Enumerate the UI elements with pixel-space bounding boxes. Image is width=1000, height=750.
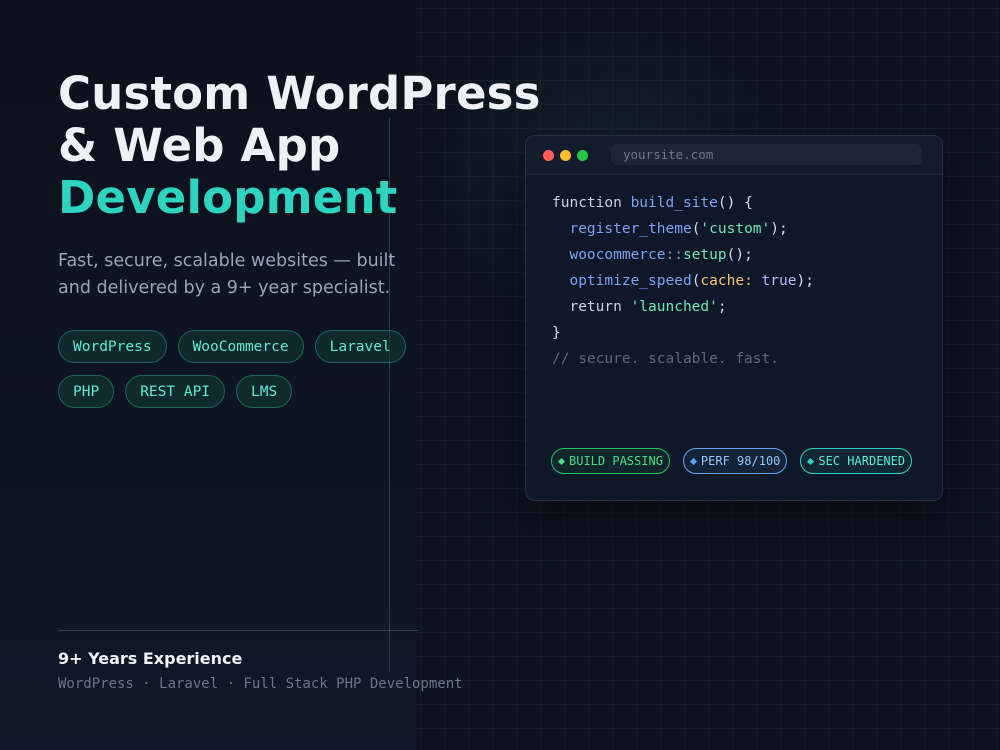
hero-title-line-2: & Web App xyxy=(58,119,341,172)
footer-divider xyxy=(58,630,418,631)
code-line-5: return 'launched'; xyxy=(552,294,814,320)
code-function-name: build_site xyxy=(630,195,718,211)
code-string: 'launched' xyxy=(630,299,718,315)
code-punctuation: } xyxy=(552,325,561,341)
code-line-4: optimize_speed(cache: true); xyxy=(552,268,814,294)
code-line-2: register_theme('custom'); xyxy=(552,216,814,242)
tag-woocommerce: WooCommerce xyxy=(177,330,304,363)
code-namespace: woocommerce xyxy=(569,247,666,263)
minimize-dot-icon xyxy=(560,150,571,161)
code-punctuation: ); xyxy=(770,221,788,237)
code-punctuation: ; xyxy=(717,299,727,315)
badge-label: BUILD PASSING xyxy=(569,454,663,468)
code-method: setup xyxy=(682,247,727,263)
perf-status-badge: PERF 98/100 xyxy=(682,448,788,474)
security-status-badge: SEC HARDENED xyxy=(800,448,913,474)
code-block: function build_site() { register_theme('… xyxy=(552,190,814,372)
badge-label: PERF 98/100 xyxy=(700,454,781,468)
diamond-icon xyxy=(807,457,815,465)
footer-title: 9+ Years Experience xyxy=(58,649,243,668)
code-punctuation: () { xyxy=(717,195,753,211)
close-dot-icon xyxy=(543,150,554,161)
code-line-7: // secure. scalable. fast. xyxy=(552,346,814,372)
hero-title: Custom WordPress & Web App Development xyxy=(58,68,541,224)
tag-wordpress: WordPress xyxy=(58,330,167,363)
footer-subtitle: WordPress · Laravel · Full Stack PHP Dev… xyxy=(58,676,463,692)
code-string: 'custom' xyxy=(700,221,771,237)
code-punctuation: (); xyxy=(726,247,753,263)
code-keyword: return xyxy=(569,299,631,315)
tag-rest-api: REST API xyxy=(125,375,226,408)
tag-lms: LMS xyxy=(236,375,293,408)
code-keyword: function xyxy=(552,195,631,211)
code-function-call: optimize_speed xyxy=(569,273,692,289)
maximize-dot-icon xyxy=(577,150,588,161)
code-punctuation: ); xyxy=(796,273,814,289)
build-status-badge: BUILD PASSING xyxy=(551,448,670,474)
tech-tags: WordPress WooCommerce Laravel PHP REST A… xyxy=(58,330,428,408)
badge-label: SEC HARDENED xyxy=(818,454,906,468)
code-function-call: register_theme xyxy=(569,221,692,237)
code-comment: // secure. scalable. fast. xyxy=(552,351,779,367)
hero-title-line-1: Custom WordPress xyxy=(58,67,541,120)
tag-php: PHP xyxy=(58,375,115,408)
code-line-6: } xyxy=(552,320,814,346)
code-window: yoursite.com function build_site() { reg… xyxy=(525,135,943,501)
window-titlebar: yoursite.com xyxy=(526,136,942,175)
url-bar: yoursite.com xyxy=(611,144,922,165)
hero-subtitle: Fast, secure, scalable websites — built … xyxy=(58,251,396,298)
tag-laravel: Laravel xyxy=(314,330,406,363)
code-operator: :: xyxy=(665,247,683,263)
status-badges: BUILD PASSING PERF 98/100 SEC HARDENED xyxy=(551,448,913,474)
code-named-param: cache: xyxy=(700,273,753,289)
code-literal: true xyxy=(752,273,797,289)
diamond-icon xyxy=(689,457,697,465)
code-line-1: function build_site() { xyxy=(552,190,814,216)
code-line-3: woocommerce::setup(); xyxy=(552,242,814,268)
hero-title-accent: Development xyxy=(58,171,398,224)
diamond-icon xyxy=(557,457,566,465)
